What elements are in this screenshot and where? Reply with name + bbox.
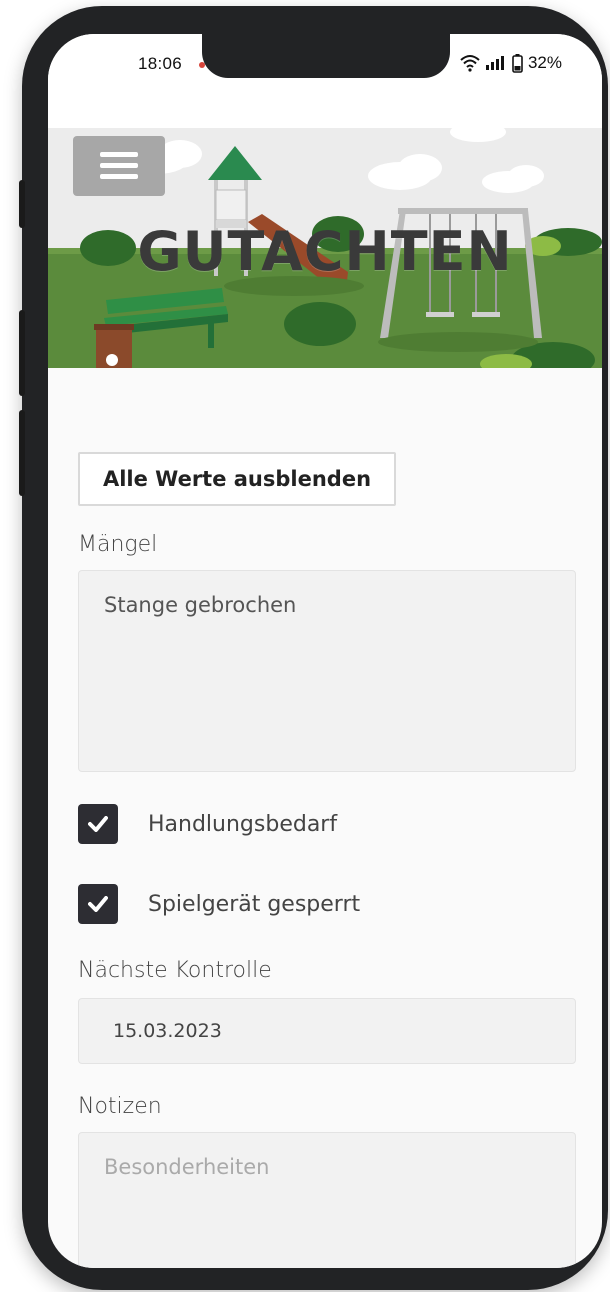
status-time: 18:06 <box>138 54 183 73</box>
hamburger-icon-line <box>100 163 138 168</box>
camera-notch <box>202 34 450 78</box>
volume-down-button <box>19 410 25 496</box>
battery-icon <box>512 53 523 73</box>
equipment-locked-label: Spielgerät gesperrt <box>148 891 361 917</box>
equipment-locked-checkbox-row[interactable]: Spielgerät gesperrt <box>78 884 360 924</box>
hamburger-icon <box>100 152 138 157</box>
next-inspection-date-input[interactable]: 15.03.2023 <box>78 998 576 1064</box>
checkmark-icon <box>88 896 108 912</box>
notes-textarea[interactable]: Besonderheiten <box>78 1132 576 1268</box>
equipment-locked-checkbox[interactable] <box>78 884 118 924</box>
hide-all-values-button[interactable]: Alle Werte ausblenden <box>78 452 396 506</box>
next-inspection-label: Nächste Kontrolle <box>78 958 272 983</box>
status-icons: 32% <box>460 52 562 74</box>
header-banner: GUTACHTEN <box>48 102 602 368</box>
screen: 18:06 32% GUTACHTEN Alle Werte ausblende… <box>48 34 602 1268</box>
page-title: GUTACHTEN <box>137 220 513 283</box>
side-button <box>19 180 25 228</box>
defects-textarea[interactable]: Stange gebrochen <box>78 570 576 772</box>
hamburger-icon-line <box>100 174 138 179</box>
action-needed-checkbox-row[interactable]: Handlungsbedarf <box>78 804 337 844</box>
notes-label: Notizen <box>78 1094 162 1119</box>
wifi-icon <box>460 55 480 72</box>
defects-label: Mängel <box>78 532 158 557</box>
volume-up-button <box>19 310 25 396</box>
signal-icon <box>485 56 504 70</box>
checkmark-icon <box>88 816 108 832</box>
action-needed-checkbox[interactable] <box>78 804 118 844</box>
action-needed-label: Handlungsbedarf <box>148 811 338 837</box>
menu-button[interactable] <box>73 136 165 196</box>
battery-percent: 32% <box>527 53 562 72</box>
status-bar: 18:06 32% <box>48 34 602 102</box>
notes-placeholder: Besonderheiten <box>104 1155 270 1179</box>
